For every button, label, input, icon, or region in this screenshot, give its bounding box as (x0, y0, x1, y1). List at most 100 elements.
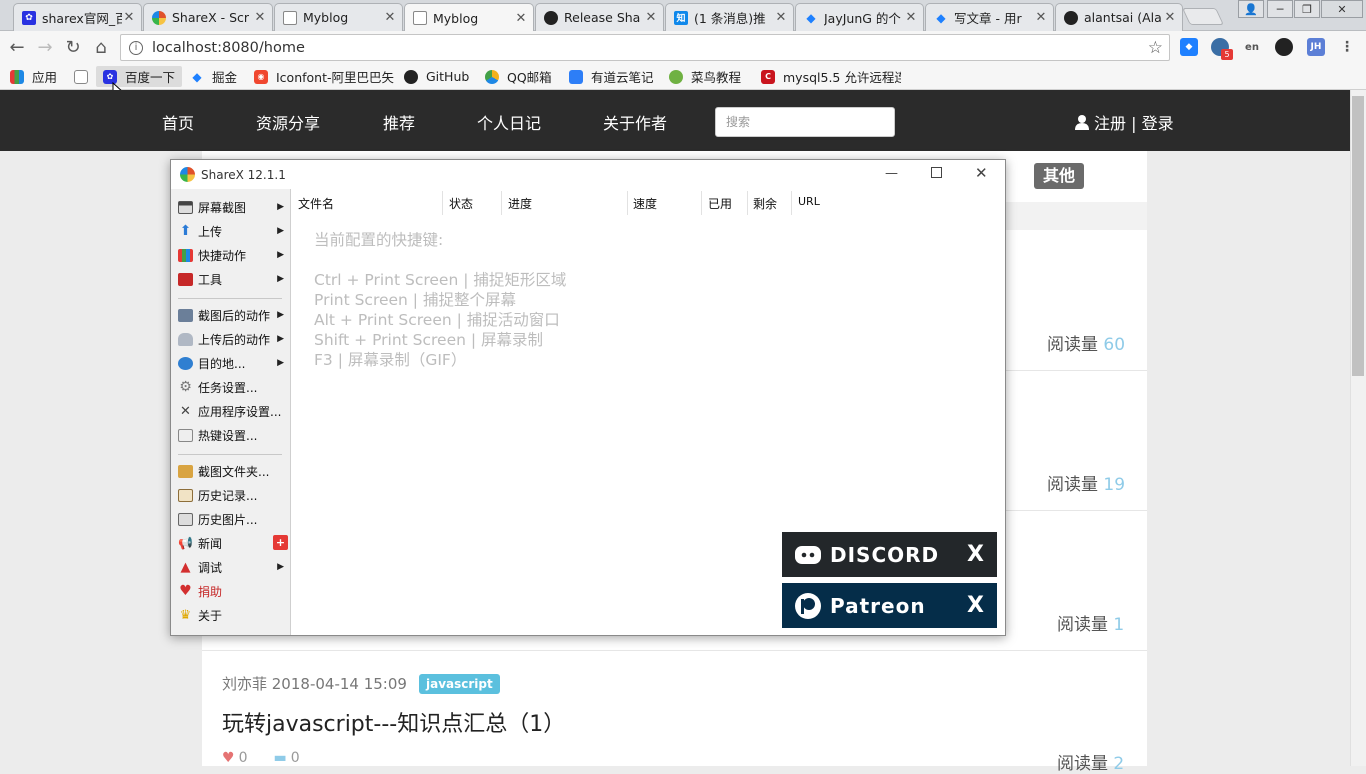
menu-about[interactable]: ♛ 关于 (178, 604, 286, 626)
menu-tools[interactable]: 工具 ▶ (178, 268, 286, 290)
back-icon[interactable]: ← (6, 37, 28, 58)
menu-debug[interactable]: ▲ 调试 ▶ (178, 556, 286, 578)
column-filename[interactable]: 文件名 (298, 195, 334, 212)
page-scrollbar-thumb[interactable] (1352, 96, 1364, 376)
menu-workflows[interactable]: 快捷动作 ▶ (178, 244, 286, 266)
menu-label: 新闻 (198, 536, 223, 551)
bookmark-juejin[interactable]: ◆ 掘金 (190, 66, 237, 87)
tab-juejin-write[interactable]: ◆ 写文章 - 用r ✕ (925, 3, 1054, 31)
menu-image-history[interactable]: 历史图片... (178, 508, 286, 530)
translate-extension-icon[interactable]: en (1243, 38, 1261, 56)
menu-capture[interactable]: 屏幕截图 ▶ (178, 196, 286, 218)
jh-extension-icon[interactable]: JH (1307, 38, 1325, 56)
column-remaining[interactable]: 剩余 (753, 195, 777, 212)
nav-recommend[interactable]: 推荐 (383, 110, 415, 134)
bookmark-runoob[interactable]: 菜鸟教程 (669, 66, 741, 87)
menu-screenshots-folder[interactable]: 截图文件夹... (178, 460, 286, 482)
forward-icon[interactable]: → (34, 37, 56, 58)
post-title[interactable]: 玩转javascript---知识点汇总（1） (222, 706, 565, 738)
column-speed[interactable]: 速度 (633, 195, 657, 212)
menu-hotkey-settings[interactable]: 热键设置... (178, 424, 286, 446)
menu-donate[interactable]: ♥ 捐助 (178, 580, 286, 602)
sharex-titlebar[interactable]: ShareX 12.1.1 — ✕ (171, 160, 1005, 189)
address-bar[interactable]: i localhost:8080/home ☆ (120, 34, 1170, 61)
close-icon[interactable]: ✕ (1163, 10, 1177, 25)
tab-zhihu[interactable]: 知 (1 条消息)推 ✕ (665, 3, 794, 31)
camera-extension-icon[interactable] (1275, 38, 1293, 56)
info-icon[interactable]: i (129, 40, 143, 55)
category-other[interactable]: 其他 (1034, 163, 1084, 189)
read-count: 阅读量 1 (1057, 615, 1125, 635)
search-input[interactable]: 搜索 (715, 107, 895, 137)
close-icon[interactable]: ✕ (644, 10, 658, 25)
bookmark-mysql[interactable]: C mysql5.5 允许远程连 (761, 66, 901, 87)
bookmark-baidu[interactable]: ✿ 百度一下 (96, 66, 182, 87)
restore-icon[interactable]: ❐ (1294, 0, 1320, 18)
patreon-banner[interactable]: Patreon X (782, 583, 997, 628)
comment-icon[interactable]: ▬ (273, 750, 286, 766)
tab-github-alantsai[interactable]: alantsai (Ala ✕ (1055, 3, 1183, 31)
bookmark-qqmail[interactable]: QQ邮箱 (485, 66, 552, 87)
discord-banner[interactable]: DISCORD X (782, 532, 997, 577)
discord-close-icon[interactable]: X (967, 542, 985, 567)
post-tag[interactable]: javascript (419, 674, 500, 694)
menu-after-capture[interactable]: 截图后的动作 ▶ (178, 304, 286, 326)
minimize-icon[interactable]: ─ (1267, 0, 1293, 18)
menu-label: 历史图片... (198, 512, 258, 527)
bookmark-label: 百度一下 (125, 70, 176, 85)
column-url[interactable]: URL (798, 195, 820, 208)
bookmark-apps[interactable]: 应用 (10, 66, 57, 87)
juejin-extension-icon[interactable]: ◆ (1180, 38, 1198, 56)
auth-link[interactable]: 注册 | 登录 (1074, 110, 1174, 134)
destinations-globe-icon (178, 356, 193, 370)
menu-label: 热键设置... (198, 428, 258, 443)
patreon-close-icon[interactable]: X (967, 593, 985, 618)
bookmark-label: Iconfont-阿里巴巴矢 (276, 70, 394, 85)
reload-icon[interactable]: ↻ (62, 37, 84, 58)
close-icon[interactable]: ✕ (904, 10, 918, 25)
bookmark-github[interactable]: GitHub (404, 66, 469, 87)
tab-myblog-active[interactable]: Myblog ✕ (404, 3, 534, 32)
close-icon[interactable]: ✕ (975, 164, 988, 182)
column-progress[interactable]: 进度 (508, 195, 532, 212)
tab-sharex-site[interactable]: ShareX - Scr ✕ (143, 3, 273, 31)
close-icon[interactable]: ✕ (122, 10, 136, 25)
menu-after-upload[interactable]: 上传后的动作 ▶ (178, 328, 286, 350)
tab-juejin-jayjung[interactable]: ◆ JayJunG 的个 ✕ (795, 3, 924, 31)
minimize-icon[interactable]: — (885, 166, 898, 181)
nav-resources[interactable]: 资源分享 (256, 110, 320, 134)
tab-release-sharex[interactable]: Release Sha ✕ (535, 3, 664, 31)
tab-sharex-baidu[interactable]: ✿ sharex官网_百 ✕ (13, 3, 142, 31)
new-tab-button[interactable] (1182, 8, 1224, 25)
close-icon[interactable]: ✕ (253, 10, 267, 25)
column-divider (791, 191, 792, 215)
bookmark-youdao[interactable]: 有道云笔记 (569, 66, 654, 87)
menu-task-settings[interactable]: ⚙ 任务设置... (178, 376, 286, 398)
bookmark-iconfont[interactable]: ◉ Iconfont-阿里巴巴矢 (254, 66, 394, 87)
window-close-icon[interactable]: ✕ (1321, 0, 1363, 18)
close-icon[interactable]: ✕ (774, 10, 788, 25)
close-icon[interactable]: ✕ (383, 10, 397, 25)
close-icon[interactable]: ✕ (1034, 10, 1048, 25)
nav-home[interactable]: 首页 (162, 110, 194, 134)
user-profile-icon[interactable]: 👤 (1238, 0, 1264, 18)
menu-app-settings[interactable]: ✕ 应用程序设置... (178, 400, 286, 422)
column-status[interactable]: 状态 (449, 195, 473, 212)
menu-separator (178, 298, 282, 299)
bookmarks-bar: 应用 ✿ 百度一下 ◆ 掘金 ◉ Iconfont-阿里巴巴矢 GitHub Q… (0, 63, 1366, 102)
close-icon[interactable]: ✕ (514, 11, 528, 26)
menu-news[interactable]: 📢 新闻 + (178, 532, 288, 554)
menu-kebab-icon[interactable]: ⋮ (1338, 38, 1356, 56)
column-elapsed[interactable]: 已用 (708, 195, 732, 212)
menu-history[interactable]: 历史记录... (178, 484, 286, 506)
menu-destinations[interactable]: 目的地... ▶ (178, 352, 286, 374)
bookmark-page[interactable] (74, 66, 96, 87)
menu-upload[interactable]: ⬆ 上传 ▶ (178, 220, 286, 242)
tab-myblog-1[interactable]: Myblog ✕ (274, 3, 403, 31)
maximize-icon[interactable] (931, 167, 942, 178)
heart-icon[interactable]: ♥ (222, 750, 235, 766)
nav-diary[interactable]: 个人日记 (477, 110, 541, 134)
bookmark-star-icon[interactable]: ☆ (1148, 38, 1163, 58)
home-icon[interactable]: ⌂ (90, 37, 112, 58)
nav-about[interactable]: 关于作者 (603, 110, 667, 134)
